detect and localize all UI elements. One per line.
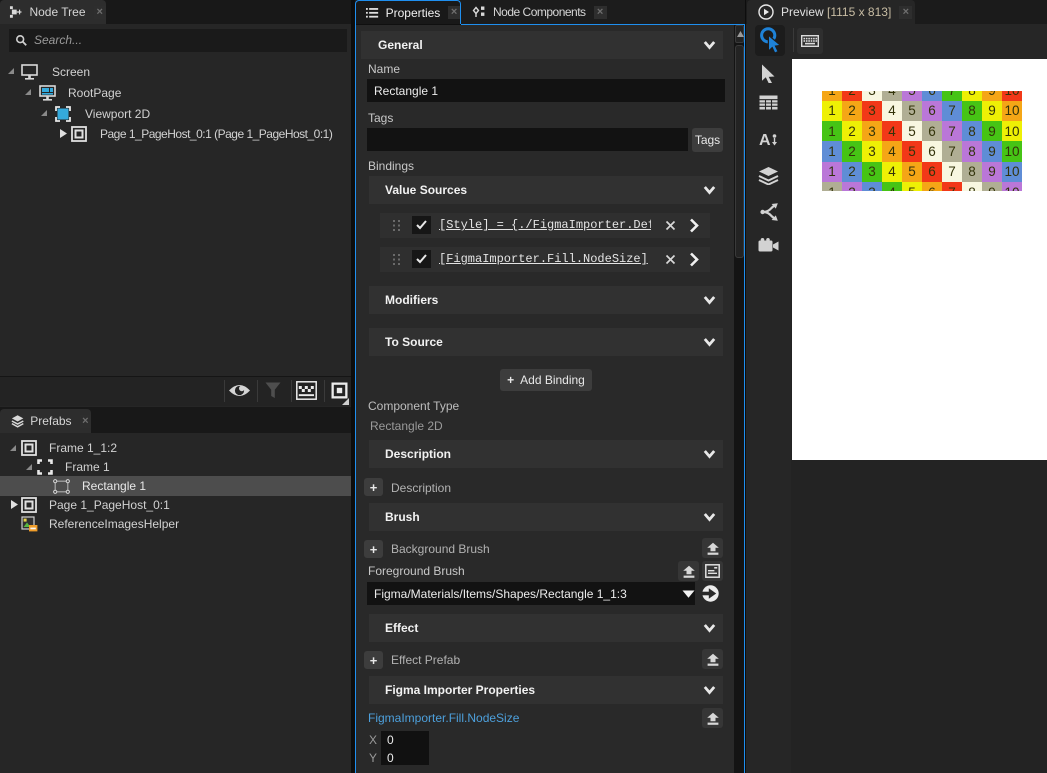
svg-text:A: A — [759, 132, 771, 149]
